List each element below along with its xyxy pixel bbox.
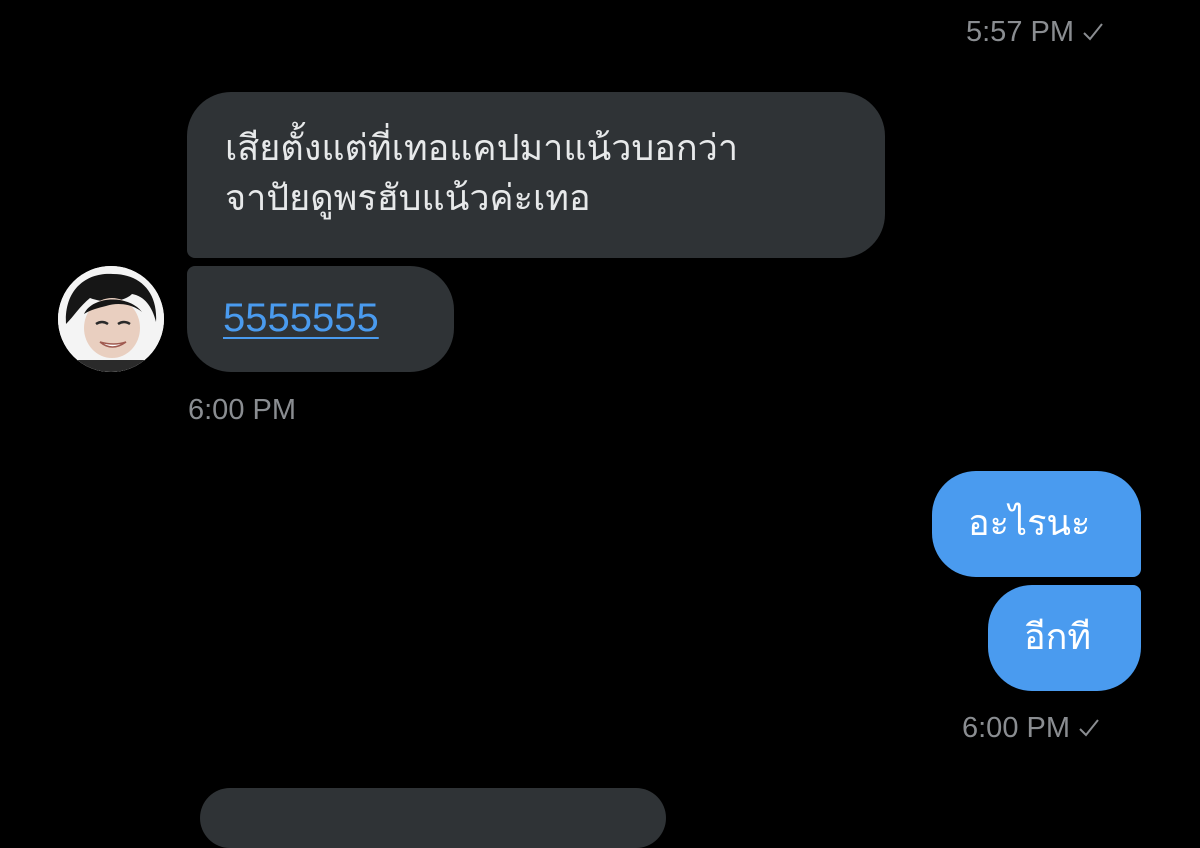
- avatar-photo: [58, 266, 164, 372]
- checkmark-icon: [1079, 719, 1099, 737]
- message-link[interactable]: 5555555: [223, 296, 379, 340]
- message-text-line: เสียตั้งแต่ที่เทอแคปมาแน้วบอกว่า: [225, 128, 739, 169]
- message-timestamp: 6:00 PM: [962, 708, 1100, 748]
- message-text: อะไรนะ: [968, 503, 1091, 544]
- message-timestamp: 5:57 PM: [966, 12, 1104, 52]
- message-text: อีกที: [1024, 617, 1092, 658]
- sent-message-bubble[interactable]: อะไรนะ: [932, 471, 1141, 577]
- timestamp-text: 5:57 PM: [966, 15, 1074, 48]
- sent-message-bubble[interactable]: อีกที: [988, 585, 1141, 691]
- received-message-bubble[interactable]: 5555555: [187, 266, 454, 372]
- received-message-bubble[interactable]: เสียตั้งแต่ที่เทอแคปมาแน้วบอกว่า จาปัยดู…: [187, 92, 885, 258]
- user-avatar[interactable]: [58, 266, 164, 372]
- received-message-bubble[interactable]: [200, 788, 666, 848]
- message-timestamp: 6:00 PM: [188, 390, 296, 430]
- timestamp-text: 6:00 PM: [188, 393, 296, 426]
- message-text-line: จาปัยดูพรฮับแน้วค่ะเทอ: [225, 178, 591, 219]
- checkmark-icon: [1083, 23, 1103, 41]
- timestamp-text: 6:00 PM: [962, 711, 1070, 744]
